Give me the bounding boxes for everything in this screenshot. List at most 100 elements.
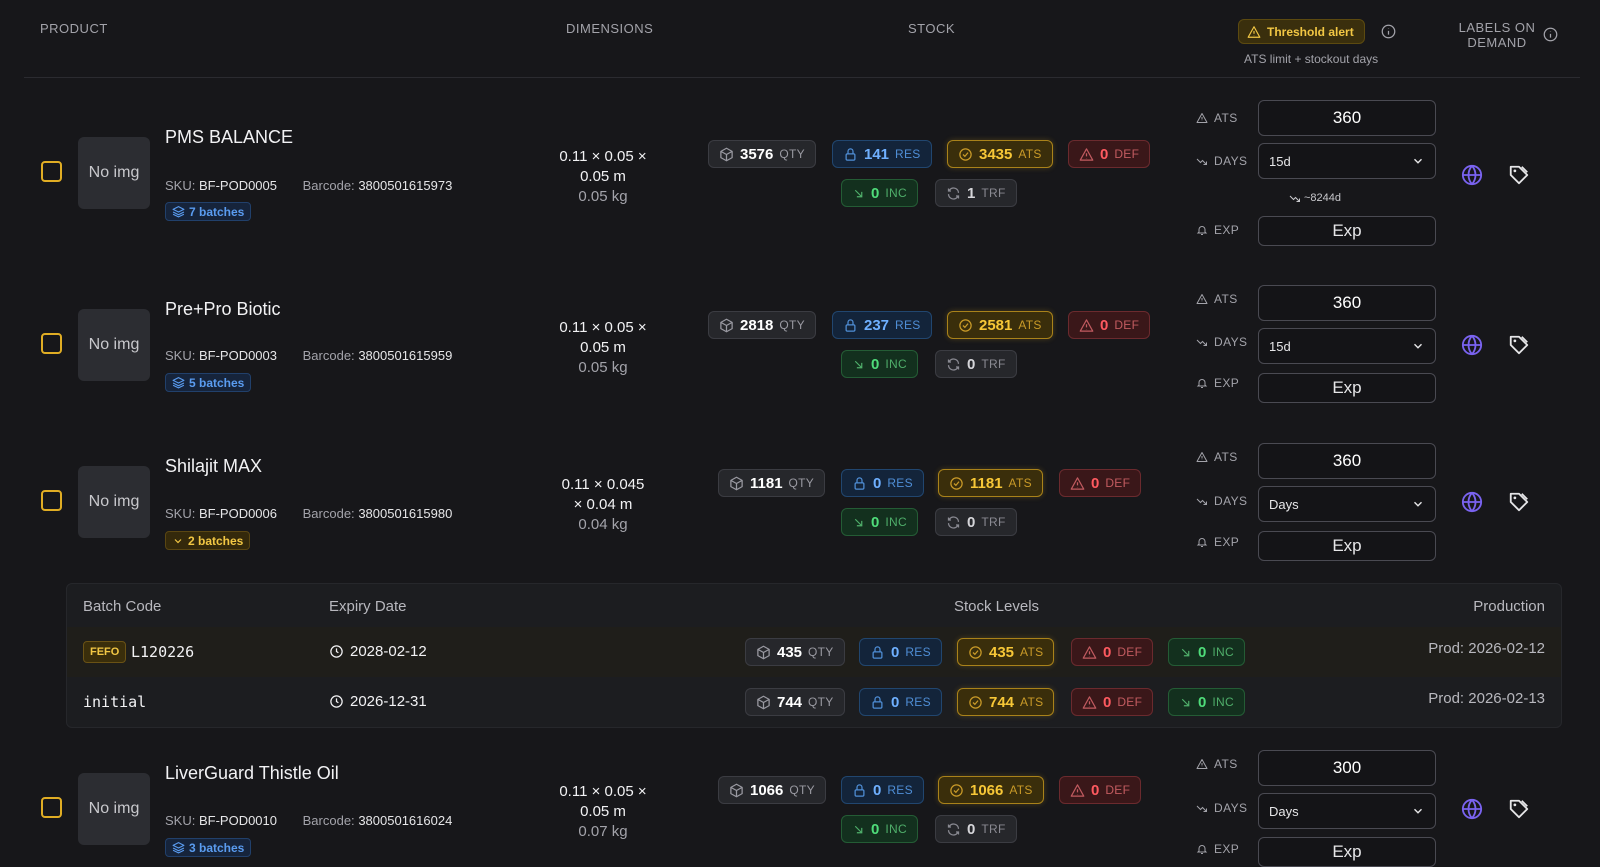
label-tag-icon[interactable]: [1508, 491, 1530, 513]
no-image-label: No img: [88, 164, 140, 181]
inc-chip: 0 INC: [841, 350, 918, 378]
def-label: DEF: [1117, 645, 1143, 659]
product-name[interactable]: Pre+Pro Biotic: [165, 299, 281, 320]
row-checkbox[interactable]: [41, 333, 62, 354]
batch-production-date: Prod: 2026-02-12: [1428, 640, 1545, 657]
days-select[interactable]: Days: [1258, 486, 1436, 522]
bell-icon: [1196, 224, 1208, 236]
ats-limit-input[interactable]: 300: [1258, 750, 1436, 786]
days-select[interactable]: 15d: [1258, 143, 1436, 179]
def-chip: 0 DEF: [1071, 688, 1154, 716]
trf-chip: 0 TRF: [935, 815, 1017, 843]
qty-value: 1066: [750, 781, 784, 799]
trf-value: 1: [967, 184, 976, 202]
batches-toggle[interactable]: 7 batches: [165, 202, 252, 221]
exp-field-label: EXP: [1196, 223, 1239, 237]
dimensions-cell: 0.11 × 0.05 × 0.05 m 0.05 kg: [538, 318, 668, 378]
exp-button[interactable]: Exp: [1258, 216, 1436, 246]
batch-expiry-value: 2028-02-12: [350, 643, 427, 660]
incoming-arrow-icon: [852, 358, 865, 371]
ats-chip: 2581 ATS: [947, 311, 1053, 339]
batch-panel: Batch Code Expiry Date Stock Levels Prod…: [66, 583, 1562, 728]
exp-button[interactable]: Exp: [1258, 373, 1436, 403]
check-circle-icon: [958, 318, 973, 333]
batches-toggle[interactable]: 2 batches: [165, 531, 251, 550]
column-labels-on-demand: LABELS ON DEMAND: [1458, 20, 1536, 50]
column-product: PRODUCT: [40, 21, 108, 36]
exp-button[interactable]: Exp: [1258, 837, 1436, 867]
def-label: DEF: [1114, 318, 1140, 332]
qty-chip: 435 QTY: [745, 638, 845, 666]
ats-value: 744: [989, 693, 1015, 711]
def-label: DEF: [1114, 147, 1140, 161]
ats-limit-input[interactable]: 360: [1258, 443, 1436, 479]
warning-icon: [1079, 318, 1094, 333]
bell-icon: [1196, 377, 1208, 389]
batches-count: 5 batches: [189, 375, 245, 390]
warning-icon: [1196, 112, 1208, 124]
label-tag-icon[interactable]: [1508, 164, 1530, 186]
check-circle-icon: [949, 783, 964, 798]
inc-label: INC: [1212, 695, 1234, 709]
trf-label: TRF: [981, 186, 1006, 200]
check-circle-icon: [949, 476, 964, 491]
qty-value: 2818: [740, 316, 774, 334]
ats-limit-input[interactable]: 360: [1258, 100, 1436, 136]
row-checkbox[interactable]: [41, 797, 62, 818]
inc-chip: 0 INC: [1168, 638, 1245, 666]
exp-button[interactable]: Exp: [1258, 531, 1436, 561]
qty-chip: 2818 QTY: [708, 311, 816, 339]
batch-expiry: 2026-12-31: [329, 693, 427, 710]
res-value: 237: [864, 316, 890, 334]
dimensions-line-1: 0.11 × 0.045: [561, 476, 645, 493]
layers-icon: [172, 841, 185, 854]
res-chip: 0 RES: [859, 688, 942, 716]
globe-icon[interactable]: [1461, 164, 1483, 186]
product-name[interactable]: LiverGuard Thistle Oil: [165, 763, 339, 784]
product-name[interactable]: Shilajit MAX: [165, 456, 262, 477]
chevron-down-icon: [172, 535, 184, 547]
def-chip: 0 DEF: [1068, 140, 1151, 168]
fefo-badge: FEFO: [83, 641, 127, 663]
row-checkbox[interactable]: [41, 490, 62, 511]
days-select[interactable]: 15d: [1258, 328, 1436, 364]
days-select[interactable]: Days: [1258, 793, 1436, 829]
trend-down-icon: [1196, 155, 1208, 167]
dimensions-line-2: 0.05 m: [580, 339, 626, 356]
product-thumbnail: No img: [78, 773, 150, 845]
qty-chip: 1066 QTY: [718, 776, 826, 804]
qty-label: QTY: [779, 147, 805, 161]
inc-value: 0: [871, 355, 880, 373]
label-tag-icon[interactable]: [1508, 798, 1530, 820]
def-chip: 0 DEF: [1071, 638, 1154, 666]
transfer-icon: [946, 515, 961, 530]
globe-icon[interactable]: [1461, 798, 1483, 820]
bell-icon: [1196, 536, 1208, 548]
product-name[interactable]: PMS BALANCE: [165, 127, 293, 148]
exp-field-text: EXP: [1214, 223, 1240, 237]
info-icon[interactable]: [1381, 24, 1396, 39]
batches-toggle[interactable]: 3 batches: [165, 838, 252, 857]
trf-label: TRF: [981, 357, 1006, 371]
ats-chip: 1181 ATS: [938, 469, 1043, 497]
product-meta: SKU: BF-POD0005 Barcode: 3800501615973: [165, 178, 452, 193]
barcode-value: 3800501616024: [358, 813, 453, 828]
box-icon: [729, 783, 744, 798]
ats-limit-input[interactable]: 360: [1258, 285, 1436, 321]
bell-icon: [1196, 843, 1208, 855]
info-icon[interactable]: [1543, 27, 1558, 42]
globe-icon[interactable]: [1461, 334, 1483, 356]
product-thumbnail: No img: [78, 309, 150, 381]
batch-row[interactable]: initial 2026-12-31 744 QTY 0 RES 744 ATS 0D…: [67, 677, 1561, 727]
row-checkbox[interactable]: [41, 161, 62, 182]
dimensions-line-1: 0.11 × 0.05 ×: [559, 783, 647, 800]
globe-icon[interactable]: [1461, 491, 1483, 513]
trf-value: 0: [967, 820, 976, 838]
trf-label: TRF: [981, 515, 1006, 529]
ats-field-label: ATS: [1196, 757, 1238, 771]
batches-toggle[interactable]: 5 batches: [165, 373, 252, 392]
batch-row[interactable]: FEFO L120226 2028-02-12 435 QTY 0 RES 435 A…: [67, 627, 1561, 677]
label-tag-icon[interactable]: [1508, 334, 1530, 356]
res-chip: 0 RES: [841, 469, 924, 497]
chevron-down-icon: [1411, 154, 1425, 168]
